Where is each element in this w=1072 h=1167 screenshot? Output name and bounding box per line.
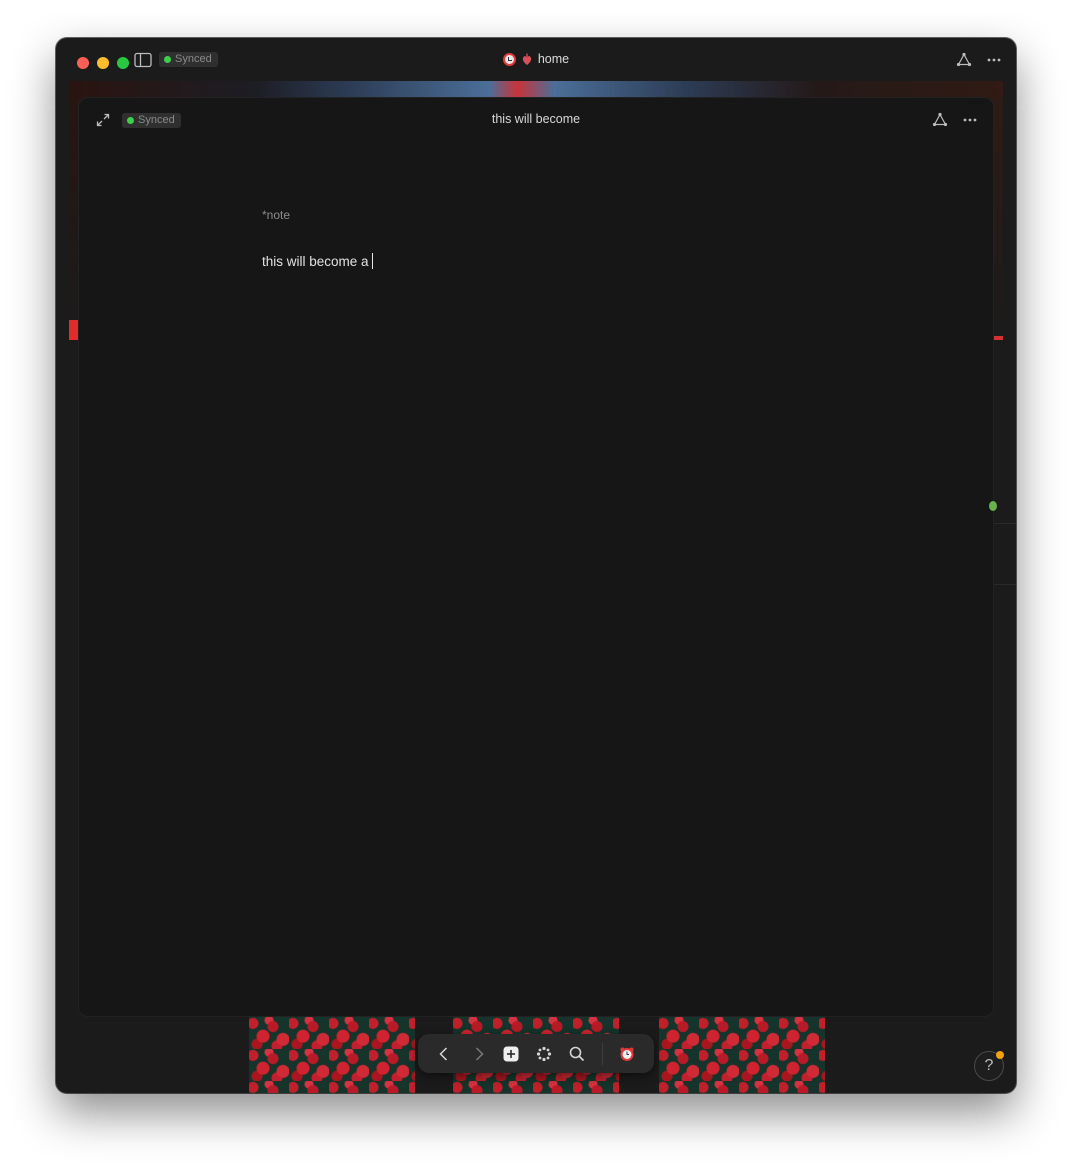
app-window: Synced home Synced this will become *not… bbox=[56, 38, 1016, 1093]
search-icon[interactable] bbox=[568, 1045, 586, 1063]
more-icon[interactable] bbox=[986, 52, 1002, 68]
notification-dot bbox=[996, 1051, 1004, 1059]
dock-separator bbox=[602, 1043, 603, 1065]
note-editor[interactable]: this will become a bbox=[262, 253, 373, 269]
titlebar: Synced home bbox=[56, 38, 1016, 82]
note-title: this will become bbox=[491, 112, 581, 126]
note-card: Synced this will become *note this will … bbox=[78, 97, 994, 1017]
window-title: home bbox=[56, 52, 1016, 66]
more-icon[interactable] bbox=[962, 112, 978, 128]
roses-image-right bbox=[659, 1017, 825, 1093]
side-panel-peek-icon bbox=[989, 501, 997, 511]
workspace-icon[interactable] bbox=[618, 1045, 636, 1063]
note-tag[interactable]: *note bbox=[262, 208, 290, 222]
alarm-clock-icon bbox=[502, 52, 516, 66]
text-caret bbox=[371, 253, 373, 269]
roses-image-left bbox=[249, 1017, 415, 1093]
new-note-icon[interactable] bbox=[502, 1045, 520, 1063]
forward-icon[interactable] bbox=[470, 1045, 488, 1063]
side-panel-peek bbox=[994, 523, 1016, 585]
window-title-label: home bbox=[537, 52, 570, 66]
back-icon[interactable] bbox=[435, 1045, 453, 1063]
graph-icon[interactable] bbox=[956, 52, 972, 68]
banner-accent-right bbox=[994, 336, 1003, 340]
anatomical-heart-icon bbox=[522, 53, 532, 65]
graph-icon[interactable] bbox=[932, 112, 948, 128]
bottom-dock bbox=[418, 1034, 654, 1073]
help-label: ? bbox=[984, 1057, 994, 1074]
banner-accent-left bbox=[69, 320, 78, 340]
command-icon[interactable] bbox=[535, 1045, 553, 1063]
note-body-text: this will become a bbox=[262, 254, 369, 269]
